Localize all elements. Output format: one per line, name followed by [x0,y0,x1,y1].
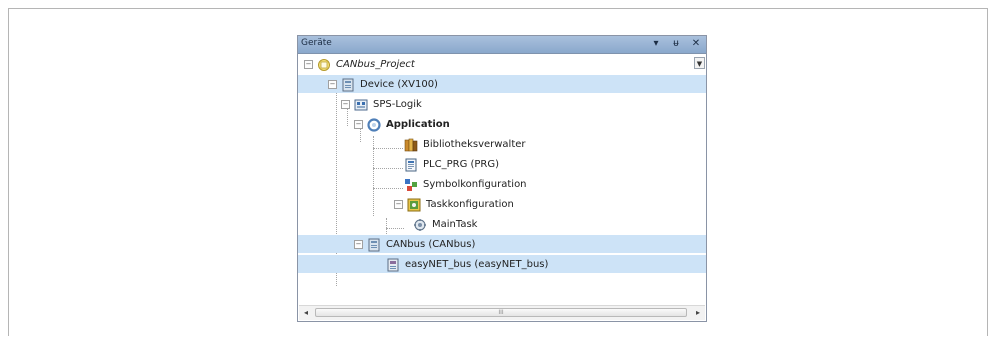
horizontal-scrollbar[interactable]: ◂ III ▸ [299,305,705,320]
tree-item-maintask[interactable]: MainTask [298,215,706,233]
chevron-down-icon[interactable]: ▼ [694,57,705,69]
tree-item-plc-prg[interactable]: PLC_PRG (PRG) [298,155,706,173]
scroll-thumb[interactable]: III [315,308,687,317]
task-icon [413,217,427,231]
tree-item-label: PLC_PRG (PRG) [423,158,500,170]
collapse-toggle[interactable]: − [354,119,363,129]
tree-item-canbus[interactable]: − CANbus (CANbus) [298,235,706,253]
tree-item-label: Taskkonfiguration [426,198,514,210]
project-icon [317,57,331,71]
tree-item-label: Symbolkonfiguration [423,178,527,190]
tree-item-label: SPS-Logik [373,98,422,110]
panel-menu-button[interactable]: ▾ [650,37,662,51]
easynet-icon [386,257,400,272]
tree-item-sps-logik[interactable]: − SPS-Logik [298,95,706,113]
tree-item-label: CANbus_Project [336,58,415,70]
devices-panel: Geräte ▾ ᵾ ✕ − CANbus_Project ▼ − Device… [297,35,707,322]
program-icon [404,157,418,172]
symbol-config-icon [404,177,418,191]
tree-item-label: Bibliotheksverwalter [423,138,526,150]
tree-item-device[interactable]: − Device (XV100) [298,75,706,93]
tree-item-label: Device (XV100) [360,78,438,90]
panel-close-button[interactable]: ✕ [690,37,702,51]
library-manager-icon [404,137,418,152]
device-icon [341,77,355,92]
task-config-icon [407,197,421,212]
scroll-left-button[interactable]: ◂ [299,306,313,320]
scroll-right-button[interactable]: ▸ [691,306,705,320]
plc-logic-icon [354,97,368,111]
collapse-toggle[interactable]: − [328,79,337,89]
collapse-toggle[interactable]: − [341,99,350,109]
panel-title: Geräte [301,38,332,48]
application-icon [367,117,381,132]
collapse-toggle[interactable]: − [304,59,313,69]
panel-pin-button[interactable]: ᵾ [670,37,682,51]
panel-titlebar: Geräte ▾ ᵾ ✕ [298,36,706,54]
canbus-icon [367,237,381,252]
collapse-toggle[interactable]: − [354,239,363,249]
tree-item-label: CANbus (CANbus) [386,238,476,250]
tree-item-project[interactable]: − CANbus_Project ▼ [298,55,706,73]
tree-item-easynet-bus[interactable]: easyNET_bus (easyNET_bus) [298,255,706,273]
tree-item-symbol-config[interactable]: Symbolkonfiguration [298,175,706,193]
tree-item-label: Application [386,118,450,130]
collapse-toggle[interactable]: − [394,199,403,209]
tree-item-label: easyNET_bus (easyNET_bus) [405,258,549,270]
tree-item-library-manager[interactable]: Bibliotheksverwalter [298,135,706,153]
tree-item-application[interactable]: − Application [298,115,706,133]
tree-item-label: MainTask [432,218,478,230]
tree-item-task-config[interactable]: − Taskkonfiguration [298,195,706,213]
